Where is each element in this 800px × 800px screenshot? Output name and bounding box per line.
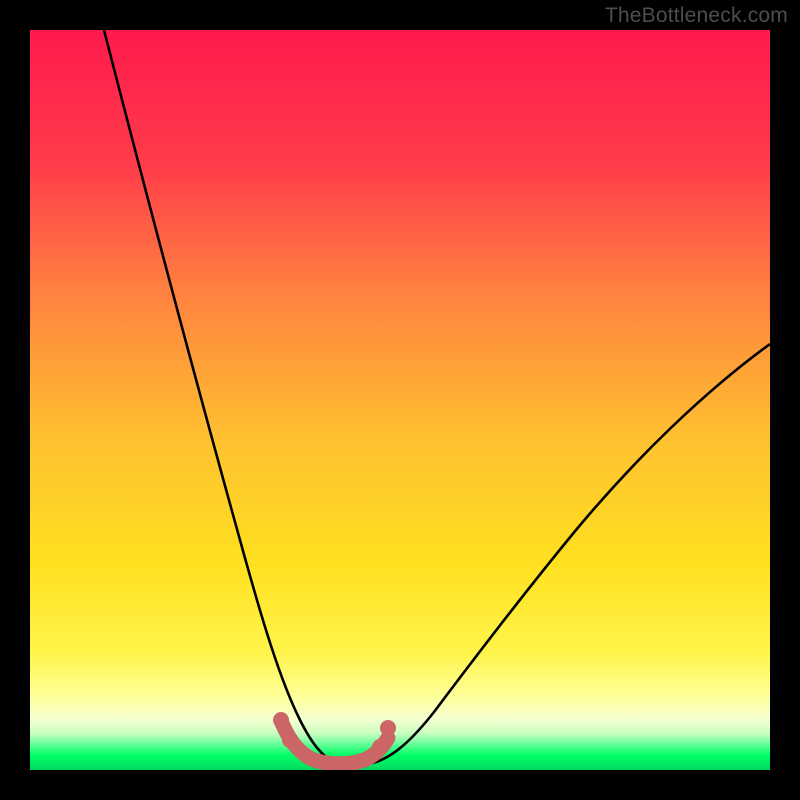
highlight-dot-right <box>380 720 396 736</box>
highlight-dot-left <box>273 712 289 728</box>
plot-area <box>30 30 770 770</box>
highlight-dot-3 <box>372 739 388 755</box>
watermark-label: TheBottleneck.com <box>605 4 788 28</box>
bottleneck-chart <box>0 0 800 800</box>
chart-container: TheBottleneck.com <box>0 0 800 800</box>
highlight-dot-2 <box>282 732 298 748</box>
